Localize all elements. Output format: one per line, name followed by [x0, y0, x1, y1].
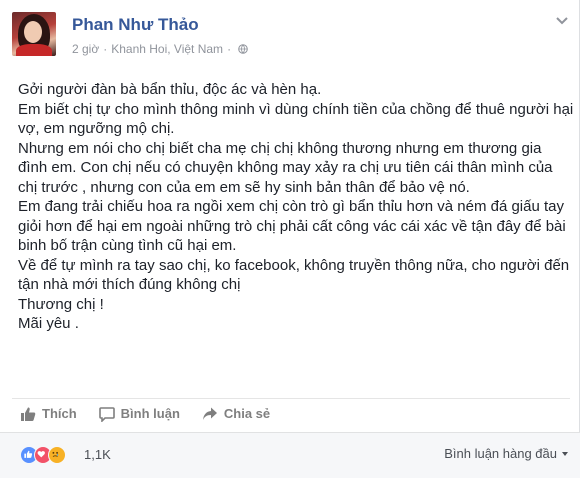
caret-down-icon: [562, 451, 568, 456]
share-label: Chia sẻ: [223, 406, 271, 421]
post-location[interactable]: Khanh Hoi, Việt Nam: [111, 42, 223, 56]
globe-icon[interactable]: [238, 44, 248, 54]
share-button[interactable]: Chia sẻ: [202, 406, 270, 422]
comment-button[interactable]: Bình luận: [98, 406, 180, 422]
reaction-icons[interactable]: [20, 446, 66, 464]
post-paragraph: Gởi người đàn bà bẩn thỉu, độc ác và hèn…: [18, 81, 322, 98]
avatar[interactable]: [12, 12, 56, 56]
meta-separator: ·: [103, 42, 108, 56]
comment-label: Bình luận: [120, 406, 180, 421]
post-meta: 2 giờ · Khanh Hoi, Việt Nam ·: [72, 42, 248, 56]
thumbs-up-icon: [21, 407, 36, 421]
comment-sort-label: Bình luận hàng đầu: [444, 446, 557, 461]
post-paragraph: Thương chị !: [18, 295, 104, 313]
meta-separator: ·: [227, 42, 232, 56]
post-paragraph: Em biết chị tự cho mình thông minh vì dù…: [18, 100, 574, 138]
post-paragraph: Về để tự mình ra tay sao chị, ko faceboo…: [18, 256, 570, 294]
post-paragraph: Nhưng em nói cho chị biết cha mẹ chị chị…: [18, 139, 553, 196]
post-time[interactable]: 2 giờ: [72, 42, 99, 56]
share-icon: [202, 407, 217, 420]
chevron-down-icon[interactable]: [555, 16, 569, 26]
post-card: Phan Như Thảo 2 giờ · Khanh Hoi, Việt Na…: [0, 0, 580, 478]
post-paragraph: Em đang trải chiếu hoa ra ngồi xem chị c…: [18, 198, 566, 254]
reactions-bar: 1,1K Bình luận hàng đầu: [0, 432, 580, 478]
like-button[interactable]: Thích: [20, 406, 77, 422]
author-name[interactable]: Phan Như Thảo: [72, 15, 199, 35]
reaction-count[interactable]: 1,1K: [84, 447, 111, 462]
action-bar: Thích Bình luận Chia sẻ: [12, 398, 570, 428]
sad-reaction-icon: [48, 446, 66, 464]
post-body: Gởi người đàn bà bẩn thỉu, độc ác và hèn…: [18, 80, 574, 334]
post-paragraph: Mãi yêu .: [18, 315, 79, 332]
comment-icon: [98, 406, 115, 422]
like-label: Thích: [42, 406, 77, 421]
comment-sort-dropdown[interactable]: Bình luận hàng đầu: [444, 446, 568, 461]
